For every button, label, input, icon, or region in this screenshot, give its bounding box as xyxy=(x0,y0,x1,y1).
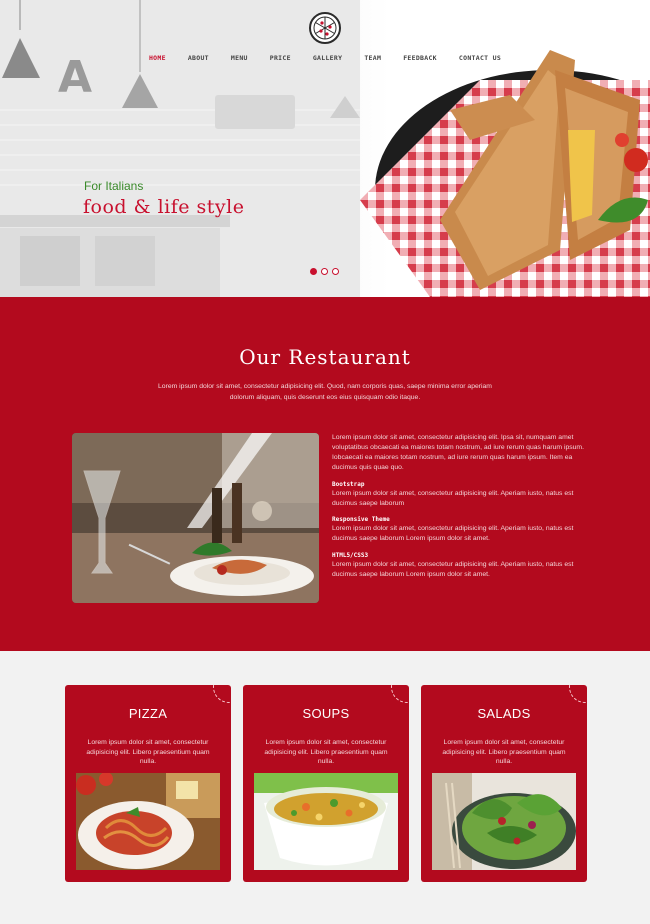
hero-tagline: For Italians xyxy=(84,179,144,193)
card-title: PIZZA xyxy=(128,706,168,721)
nav-about[interactable]: ABOUT xyxy=(177,54,220,62)
menu-card-pizza[interactable]: PIZZA Lorem ipsum dolor sit amet, consec… xyxy=(65,685,231,882)
feature-title-html5: HTML5/CSS3 xyxy=(332,552,369,560)
pasta-dish-image xyxy=(76,773,220,870)
card-text: Lorem ipsum dolor sit amet, consectetur … xyxy=(442,739,566,766)
pizza-logo-icon[interactable] xyxy=(309,12,341,44)
menu-card-salads[interactable]: SALADS Lorem ipsum dolor sit amet, conse… xyxy=(421,685,587,882)
card-text: Lorem ipsum dolor sit amet, consectetur … xyxy=(86,739,210,766)
feature-text-bootstrap: Lorem ipsum dolor sit amet, consectetur … xyxy=(332,489,574,507)
kitchen-background-image: A xyxy=(0,0,360,297)
nav-team[interactable]: TEAM xyxy=(353,54,392,62)
section-title: Our Restaurant xyxy=(239,345,411,369)
main-navigation: HOME ABOUT MENU PRICE GALLERY TEAM FEEDB… xyxy=(0,54,650,62)
slider-dot-3[interactable] xyxy=(332,268,339,275)
nav-menu[interactable]: MENU xyxy=(220,54,259,62)
feature-title-responsive: Responsive Theme xyxy=(332,516,390,524)
restaurant-dish-photo xyxy=(72,433,319,603)
salad-plate-image xyxy=(432,773,576,870)
plated-fish-image xyxy=(72,433,319,603)
decorative-arc xyxy=(213,685,231,703)
restaurant-paragraph: Lorem ipsum dolor sit amet, consectetur … xyxy=(332,434,584,471)
section-intro: Lorem ipsum dolor sit amet, consectetur … xyxy=(158,383,492,401)
feature-title-bootstrap: Bootstrap xyxy=(332,480,365,488)
nav-feedback[interactable]: FEEDBACK xyxy=(392,54,448,62)
hero-headline: food & life style xyxy=(83,196,245,218)
decorative-arc xyxy=(391,685,409,703)
feature-text-responsive: Lorem ipsum dolor sit amet, consectetur … xyxy=(332,525,574,543)
soup-bowl-image xyxy=(254,773,398,870)
menu-categories-section: PIZZA Lorem ipsum dolor sit amet, consec… xyxy=(0,651,650,924)
decorative-arc xyxy=(569,685,587,703)
feature-text-html5: Lorem ipsum dolor sit amet, consectetur … xyxy=(332,561,574,579)
menu-card-soups[interactable]: SOUPS Lorem ipsum dolor sit amet, consec… xyxy=(243,685,409,882)
slider-pagination xyxy=(310,268,339,275)
our-restaurant-section: Our Restaurant Lorem ipsum dolor sit ame… xyxy=(0,297,650,651)
card-text: Lorem ipsum dolor sit amet, consectetur … xyxy=(264,739,388,766)
nav-gallery[interactable]: GALLERY xyxy=(302,54,354,62)
slider-dot-2[interactable] xyxy=(321,268,328,275)
nav-price[interactable]: PRICE xyxy=(259,54,302,62)
hero-banner: A HOME ABOUT MENU PRICE GALLERY TEAM FEE… xyxy=(0,0,650,297)
sandwich-plate-image xyxy=(360,50,650,297)
card-title: SOUPS xyxy=(302,706,350,721)
card-title: SALADS xyxy=(477,706,531,721)
nav-contact-us[interactable]: CONTACT US xyxy=(448,54,512,62)
restaurant-description: Lorem ipsum dolor sit amet, consectetur … xyxy=(332,433,584,584)
nav-home[interactable]: HOME xyxy=(138,54,177,62)
slider-dot-1[interactable] xyxy=(310,268,317,275)
